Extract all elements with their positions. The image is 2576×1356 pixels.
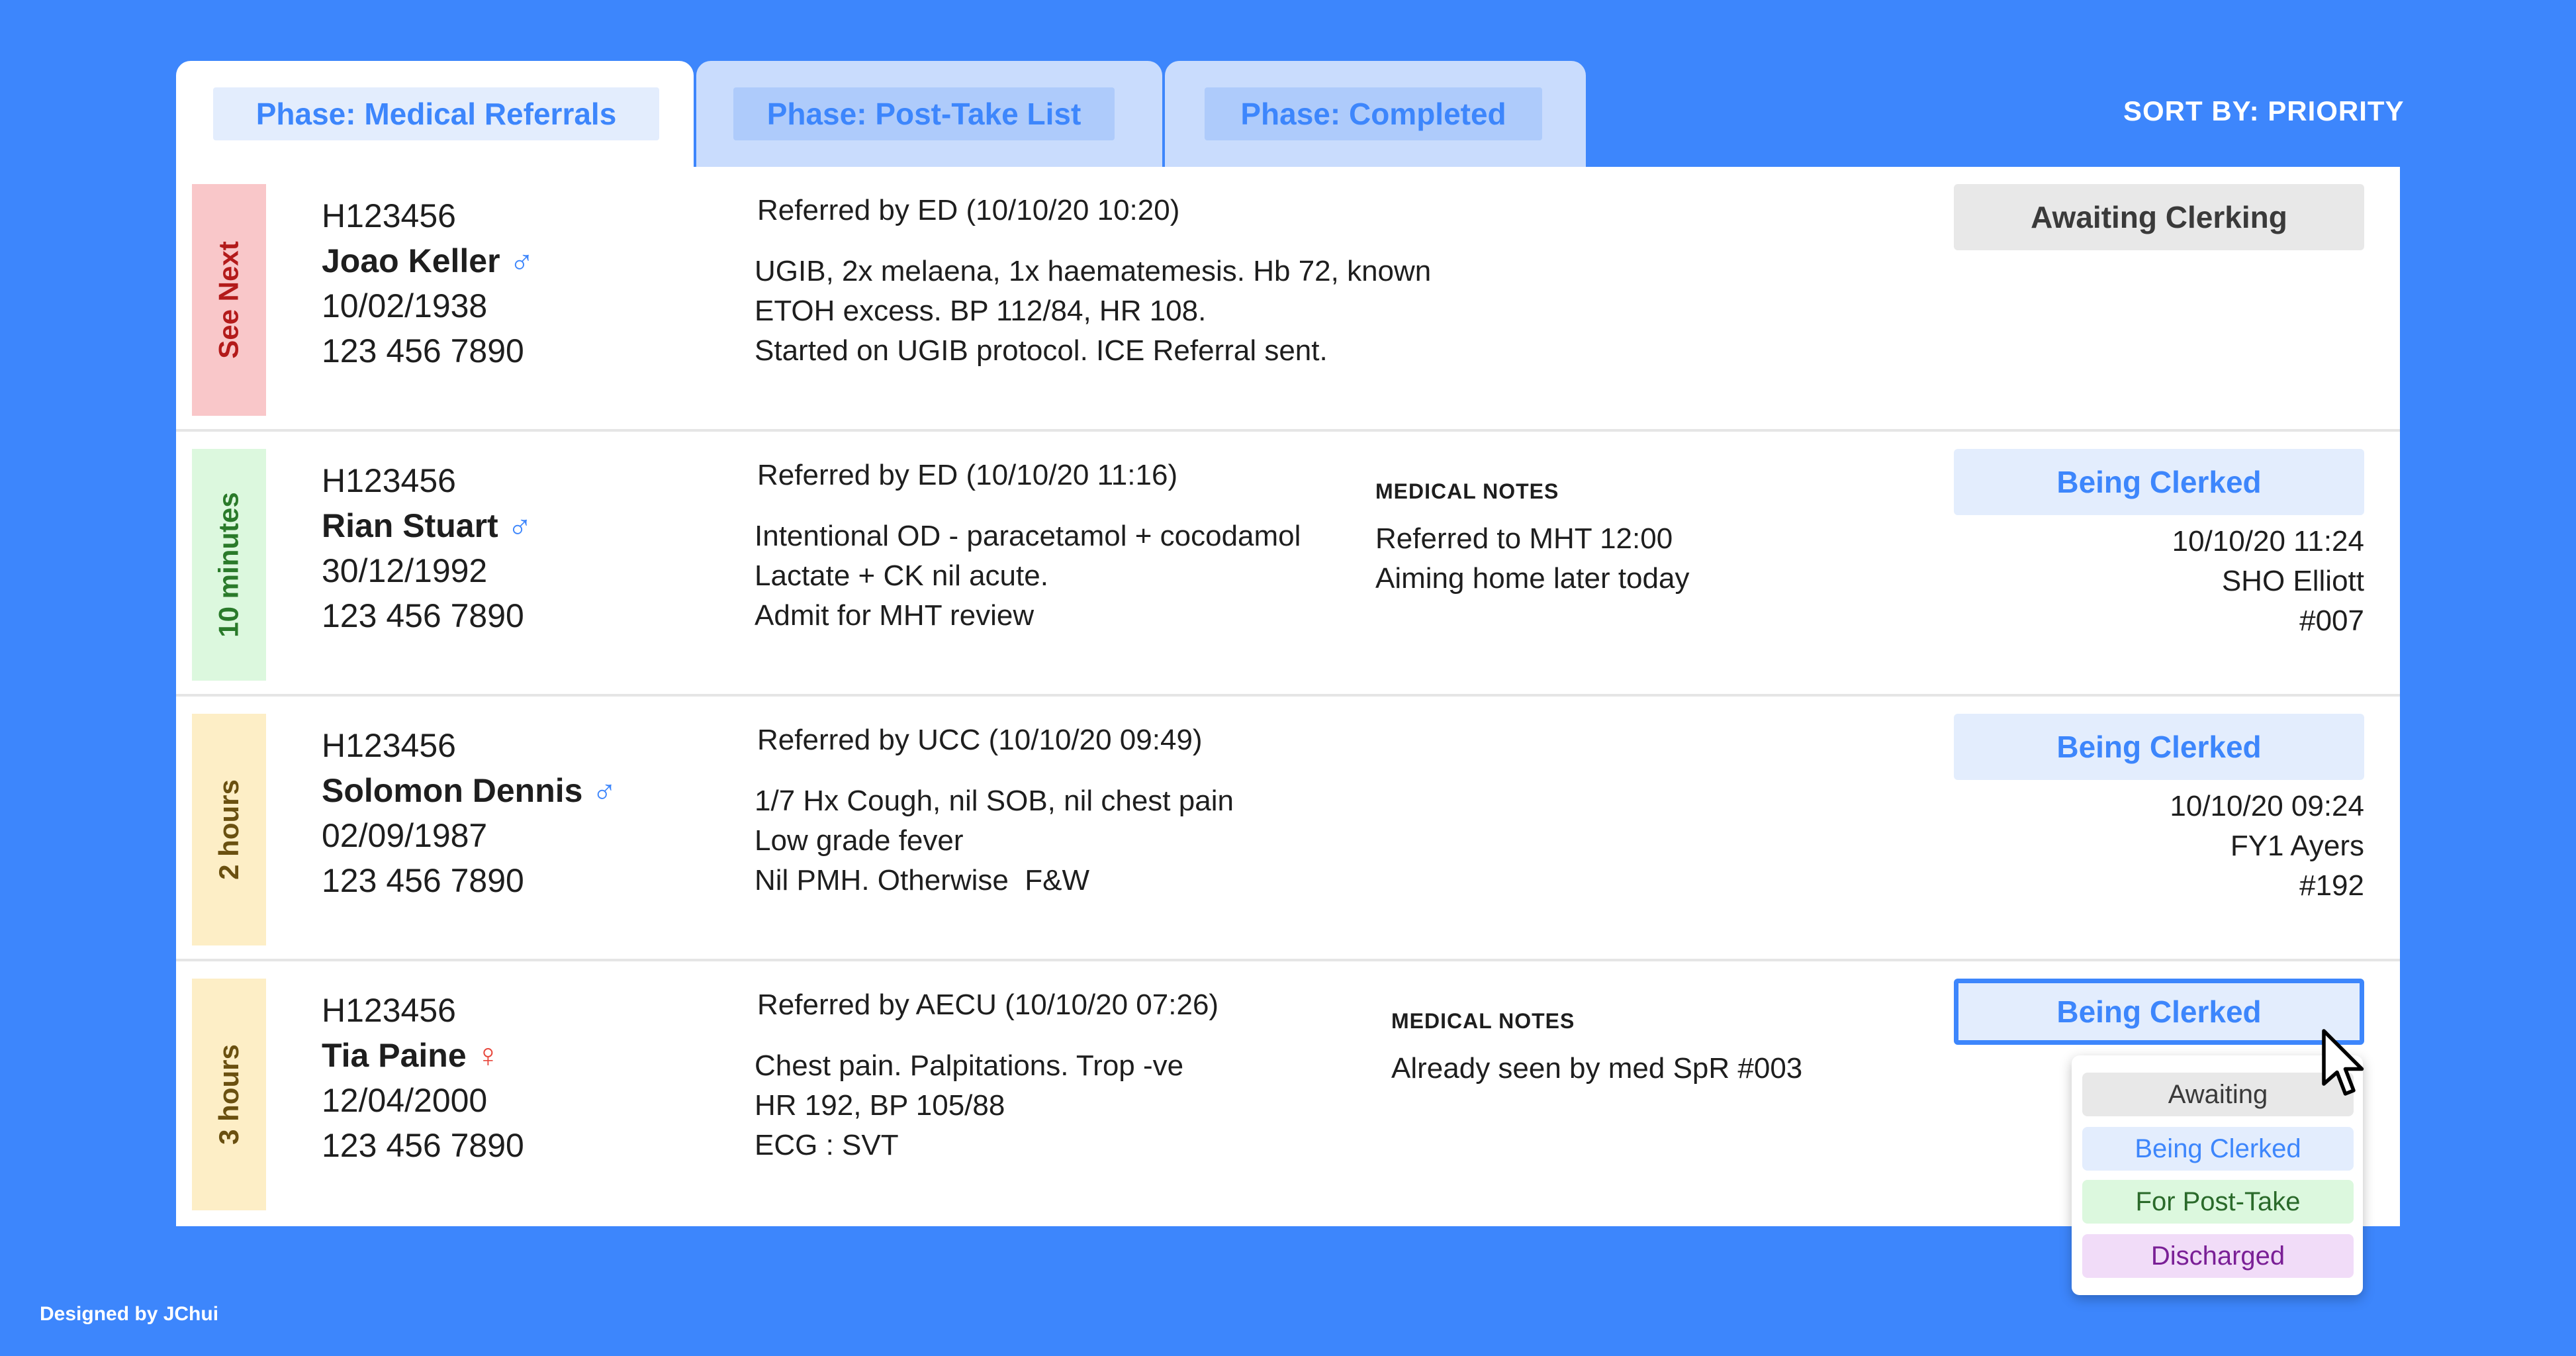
status-dropdown-menu: Awaiting Being Clerked For Post-Take Dis… — [2072, 1055, 2363, 1295]
date-of-birth: 12/04/2000 — [322, 1082, 488, 1119]
priority-badge: 2 hours — [192, 714, 266, 945]
referral-source: Referred by AECU (10/10/20 07:26) — [757, 989, 1219, 1021]
priority-badge: 10 minutes — [192, 449, 266, 681]
status-option-being-clerked[interactable]: Being Clerked — [2082, 1127, 2354, 1171]
referral-summary-line: Intentional OD - paracetamol + cocodamol — [755, 520, 1301, 552]
female-icon: ♀ — [475, 1037, 501, 1074]
referral-source: Referred by UCC (10/10/20 09:49) — [757, 724, 1203, 756]
mouse-pointer-icon — [2322, 1029, 2364, 1096]
phone-number: 123 456 7890 — [322, 862, 524, 899]
tab-completed-label: Phase: Completed — [1205, 87, 1542, 140]
male-icon: ♂ — [507, 507, 533, 544]
priority-badge: 3 hours — [192, 979, 266, 1210]
date-of-birth: 30/12/1992 — [322, 552, 488, 589]
hospital-id: H123456 — [322, 727, 456, 764]
tab-medical-referrals-label: Phase: Medical Referrals — [213, 87, 659, 140]
patient-name: Solomon Dennis — [322, 772, 583, 809]
medical-notes: MEDICAL NOTES Referred to MHT 12:00 Aimi… — [1375, 478, 1689, 599]
clerking-details: 10/10/20 11:24 SHO Elliott #007 — [2172, 522, 2364, 641]
medical-notes-line: Referred to MHT 12:00 — [1375, 522, 1673, 555]
referral-info: Referred by ED (10/10/20 10:20) UGIB, 2x… — [755, 191, 1431, 371]
referral-info: Referred by UCC (10/10/20 09:49) 1/7 Hx … — [755, 720, 1234, 900]
date-of-birth: 02/09/1987 — [322, 817, 488, 854]
clerk-time: 10/10/20 09:24 — [2170, 790, 2364, 822]
clerk-id: #192 — [2299, 869, 2364, 902]
referral-summary-line: Low grade fever — [755, 824, 964, 857]
medical-notes-line: Already seen by med SpR #003 — [1391, 1052, 1803, 1085]
tab-post-take-list-label: Phase: Post-Take List — [733, 87, 1115, 140]
referral-list: See Next H123456 Joao Keller ♂ 10/02/1938… — [176, 167, 2400, 1226]
referral-info: Referred by AECU (10/10/20 07:26) Chest … — [755, 985, 1219, 1165]
patient-row[interactable]: See Next H123456 Joao Keller ♂ 10/02/1938… — [176, 167, 2400, 432]
status-option-for-post-take[interactable]: For Post-Take — [2082, 1180, 2354, 1224]
clerk-id: #007 — [2299, 605, 2364, 637]
status-button[interactable]: Being Clerked — [1954, 714, 2364, 780]
medical-notes-heading: MEDICAL NOTES — [1375, 479, 1559, 503]
referral-summary-line: 1/7 Hx Cough, nil SOB, nil chest pain — [755, 785, 1234, 817]
clerk-name: FY1 Ayers — [2230, 830, 2364, 862]
male-icon: ♂ — [509, 242, 535, 279]
medical-notes-heading: MEDICAL NOTES — [1391, 1009, 1575, 1033]
referral-summary-line: Started on UGIB protocol. ICE Referral s… — [755, 334, 1328, 367]
clerk-name: SHO Elliott — [2221, 565, 2364, 597]
sort-by-control[interactable]: SORT BY: PRIORITY — [2123, 95, 2405, 127]
tab-completed[interactable]: Phase: Completed — [1165, 61, 1586, 167]
referral-summary-line: Chest pain. Palpitations. Trop -ve — [755, 1049, 1184, 1082]
patient-details: H123456 Rian Stuart ♂ 30/12/1992 123 456 … — [322, 458, 532, 638]
referral-summary-line: UGIB, 2x melaena, 1x haematemesis. Hb 72… — [755, 255, 1432, 287]
medical-notes-line: Aiming home later today — [1375, 562, 1690, 595]
patient-name: Joao Keller — [322, 242, 500, 279]
patient-name: Rian Stuart — [322, 507, 498, 544]
phone-number: 123 456 7890 — [322, 332, 524, 369]
referral-summary-line: Admit for MHT review — [755, 599, 1035, 632]
status-button[interactable]: Being Clerked — [1954, 979, 2364, 1045]
patient-row[interactable]: 10 minutes H123456 Rian Stuart ♂ 30/12/19… — [176, 432, 2400, 697]
tab-post-take-list[interactable]: Phase: Post-Take List — [696, 61, 1162, 167]
clerk-time: 10/10/20 11:24 — [2172, 525, 2364, 557]
referral-summary-line: ETOH excess. BP 112/84, HR 108. — [755, 295, 1207, 327]
status-option-discharged[interactable]: Discharged — [2082, 1234, 2354, 1278]
designer-credit: Designed by JChui — [40, 1303, 219, 1325]
priority-badge: See Next — [192, 184, 266, 416]
clerking-details: 10/10/20 09:24 FY1 Ayers #192 — [2170, 787, 2364, 906]
patient-details: H123456 Solomon Dennis ♂ 02/09/1987 123 4… — [322, 723, 617, 903]
referral-source: Referred by ED (10/10/20 10:20) — [757, 194, 1180, 226]
patient-row[interactable]: 3 hours H123456 Tia Paine ♀ 12/04/2000 12… — [176, 961, 2400, 1226]
patient-details: H123456 Tia Paine ♀ 12/04/2000 123 456 78… — [322, 988, 524, 1168]
referral-summary-line: Lactate + CK nil acute. — [755, 559, 1048, 592]
male-icon: ♂ — [592, 772, 617, 809]
hospital-id: H123456 — [322, 197, 456, 234]
patient-details: H123456 Joao Keller ♂ 10/02/1938 123 456 … — [322, 193, 534, 373]
referral-info: Referred by ED (10/10/20 11:16) Intentio… — [755, 456, 1301, 636]
hospital-id: H123456 — [322, 992, 456, 1029]
referral-source: Referred by ED (10/10/20 11:16) — [757, 459, 1178, 491]
status-button[interactable]: Being Clerked — [1954, 449, 2364, 515]
date-of-birth: 10/02/1938 — [322, 287, 488, 324]
patient-row[interactable]: 2 hours H123456 Solomon Dennis ♂ 02/09/19… — [176, 697, 2400, 961]
referral-summary-line: Nil PMH. Otherwise F&W — [755, 864, 1090, 896]
hospital-id: H123456 — [322, 462, 456, 499]
referral-summary-line: HR 192, BP 105/88 — [755, 1089, 1005, 1122]
referral-summary-line: ECG : SVT — [755, 1129, 899, 1161]
phone-number: 123 456 7890 — [322, 1127, 524, 1164]
status-button[interactable]: Awaiting Clerking — [1954, 184, 2364, 250]
tab-medical-referrals[interactable]: Phase: Medical Referrals — [176, 61, 694, 167]
status-option-awaiting[interactable]: Awaiting — [2082, 1073, 2354, 1116]
medical-notes: MEDICAL NOTES Already seen by med SpR #0… — [1391, 1008, 1802, 1089]
phone-number: 123 456 7890 — [322, 597, 524, 634]
patient-name: Tia Paine — [322, 1037, 467, 1074]
